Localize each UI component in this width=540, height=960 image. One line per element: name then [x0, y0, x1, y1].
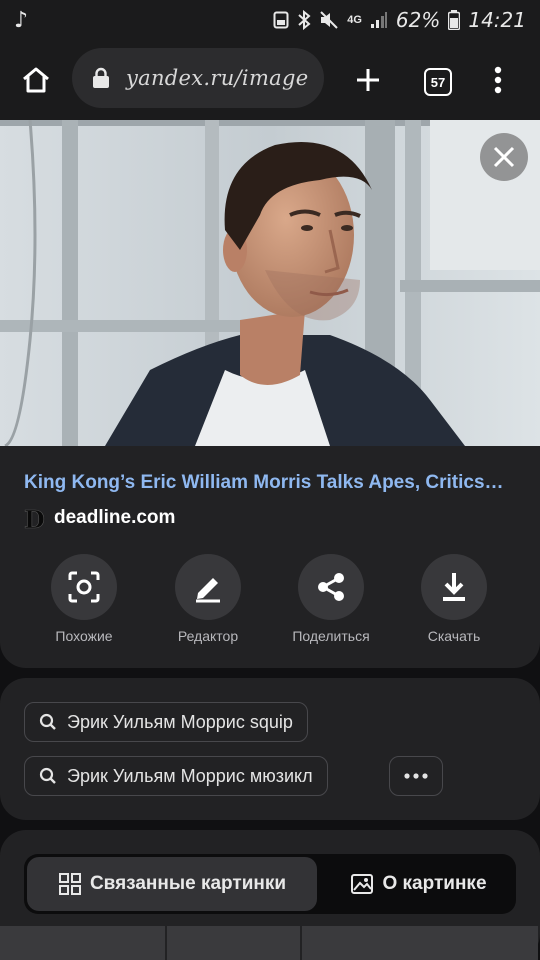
similar-label: Похожие — [55, 628, 113, 644]
mute-icon — [320, 11, 338, 29]
network-type: 4G — [347, 14, 362, 26]
preview-thumbnail[interactable] — [0, 926, 165, 960]
tabs-icon: 57 — [424, 68, 452, 96]
preview-thumbnail[interactable] — [302, 926, 538, 960]
next-content-preview — [0, 926, 540, 960]
image-info-card: King Kong’s Eric William Morris Talks Ap… — [0, 446, 540, 668]
image-icon — [351, 874, 374, 894]
preview-thumbnail[interactable] — [167, 926, 300, 960]
close-button[interactable] — [480, 133, 528, 181]
battery-icon — [448, 10, 461, 30]
share-action[interactable]: Поделиться — [271, 554, 391, 644]
tab-related-images[interactable]: Связанные картинки — [27, 857, 317, 911]
related-search-chip[interactable]: Эрик Уильям Моррис мюзикл — [24, 756, 328, 796]
grid-icon — [58, 873, 81, 895]
result-image[interactable] — [0, 120, 540, 446]
svg-text:D: D — [24, 506, 45, 532]
browser-menu-button[interactable] — [476, 58, 520, 102]
share-button[interactable] — [298, 554, 364, 620]
camera-search-icon — [68, 571, 100, 603]
signal-icon — [370, 12, 387, 28]
tabs-switcher-button[interactable]: 57 — [416, 60, 460, 104]
more-horizontal-icon — [404, 773, 428, 779]
source-logo: D — [24, 506, 45, 532]
battery-percent: 62% — [395, 8, 441, 32]
pencil-icon — [196, 578, 220, 603]
browser-toolbar: yandex.ru/image 57 — [0, 40, 540, 120]
image-actions: Похожие Редактор Поделиться Скачать — [24, 554, 516, 650]
share-label: Поделиться — [292, 628, 370, 644]
similar-action[interactable]: Похожие — [24, 554, 144, 644]
url-text: yandex.ru/image — [126, 66, 309, 90]
image-tabs: Связанные картинки О картинке — [24, 854, 516, 914]
related-searches-card: Эрик Уильям Моррис squip Эрик Уильям Мор… — [0, 678, 540, 820]
music-note-icon: ♪ — [14, 8, 29, 33]
similar-button[interactable] — [51, 554, 117, 620]
status-icons: 4G 62% 14:21 — [273, 6, 526, 34]
tab-label: О картинке — [382, 873, 487, 894]
tab-count: 57 — [430, 74, 446, 90]
search-icon — [39, 767, 56, 784]
related-search-label: Эрик Уильям Моррис squip — [67, 711, 293, 732]
more-vertical-icon — [494, 66, 502, 94]
home-icon — [23, 67, 49, 93]
result-title-link[interactable]: King Kong’s Eric William Morris Talks Ap… — [24, 472, 520, 494]
tab-about-image[interactable]: О картинке — [324, 857, 513, 911]
search-icon — [39, 713, 56, 730]
editor-button[interactable] — [175, 554, 241, 620]
share-icon — [318, 573, 344, 601]
new-tab-button[interactable] — [346, 58, 390, 102]
related-search-label: Эрик Уильям Моррис мюзикл — [67, 765, 313, 786]
more-suggestions-button[interactable] — [389, 756, 443, 796]
close-icon — [493, 146, 515, 168]
plus-icon — [357, 69, 379, 91]
clock: 14:21 — [468, 8, 526, 32]
bluetooth-icon — [298, 10, 311, 30]
home-button[interactable] — [14, 58, 58, 102]
address-bar[interactable]: yandex.ru/image — [72, 48, 324, 108]
editor-action[interactable]: Редактор — [148, 554, 268, 644]
status-bar: ♪ 4G 62% 14:21 — [0, 0, 540, 40]
download-label: Скачать — [427, 628, 481, 644]
tab-label: Связанные картинки — [89, 873, 287, 894]
download-icon — [443, 573, 465, 601]
download-button[interactable] — [421, 554, 487, 620]
save-icon — [273, 11, 289, 29]
source-domain-link[interactable]: deadline.com — [54, 507, 175, 529]
editor-label: Редактор — [177, 628, 239, 644]
related-search-chip[interactable]: Эрик Уильям Моррис squip — [24, 702, 308, 742]
lock-icon — [93, 67, 109, 88]
download-action[interactable]: Скачать — [394, 554, 514, 644]
